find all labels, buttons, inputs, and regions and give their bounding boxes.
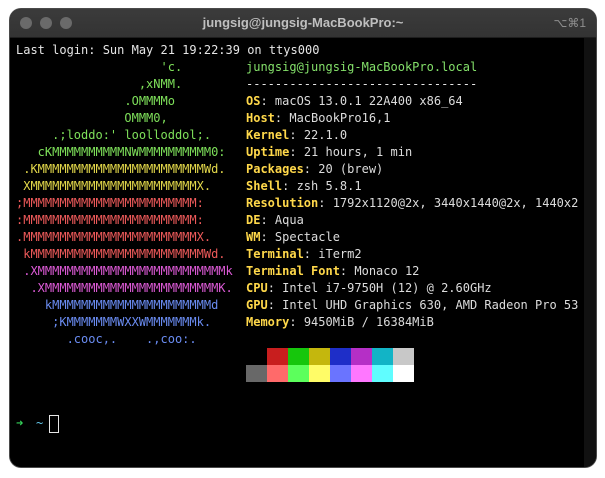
system-info-row: Resolution: 1792x1120@2x, 3440x1440@2x, … [246,196,579,210]
ascii-logo-line: ;KMMMMMMMWXXWMMMMMMMk. [16,315,212,329]
ascii-logo-line: .cooc,. .,coo:. [16,332,197,346]
neofetch-user-host: jungsig@jungsig-MacBookPro.local [246,60,478,74]
palette-swatch [288,365,309,382]
ascii-logo-line: kMMMMMMMMMMMMMMMMMMMMMMMMWd. [16,247,226,261]
ascii-logo-line: .KMMMMMMMMMMMMMMMMMMMMMMMWd. [16,162,226,176]
info-value: 1792x1120@2x, 3440x1440@2x, 1440x2 [332,196,579,210]
info-key: Resolution [246,196,319,210]
system-info-row: Host: MacBookPro16,1 [246,111,391,125]
ascii-logo-line: ,xNMM. [16,77,183,91]
info-key: GPU [246,298,268,312]
palette-swatch [330,365,351,382]
palette-swatch [393,365,414,382]
ascii-logo-line: 'c. [16,60,183,74]
system-info-row: CPU: Intel i7-9750H (12) @ 2.60GHz [246,281,492,295]
palette-swatch [393,348,414,365]
ascii-logo-line: cKMMMMMMMMMMNWMMMMMMMMMM0: [16,145,226,159]
ascii-logo-line: OMMM0, [16,111,168,125]
info-value: Monaco 12 [354,264,420,278]
title-bar[interactable]: jungsig@jungsig-MacBookPro:~ ⌥⌘1 [10,9,596,38]
info-value: 21 hours, 1 min [303,145,413,159]
info-value: zsh 5.8.1 [296,179,362,193]
palette-swatch [288,348,309,365]
info-key: WM [246,230,261,244]
palette-swatch [372,365,393,382]
ascii-logo-line: .XMMMMMMMMMMMMMMMMMMMMMMMMK. [16,281,233,295]
system-info-row: OS: macOS 13.0.1 22A400 x86_64 [246,94,463,108]
ascii-logo-line: .OMMMMo [16,94,175,108]
last-login-line: Last login: Sun May 21 19:22:39 on ttys0… [16,43,320,57]
palette-swatch [309,348,330,365]
info-value: Spectacle [274,230,340,244]
ascii-logo-line: kMMMMMMMMMMMMMMMMMMMMMMd [16,298,219,312]
info-key: Terminal [246,247,304,261]
system-info-row: Shell: zsh 5.8.1 [246,179,362,193]
palette-swatch [267,365,288,382]
system-info-row: Terminal Font: Monaco 12 [246,264,420,278]
info-key: Packages [246,162,304,176]
info-value: macOS 13.0.1 22A400 x86_64 [274,94,463,108]
terminal-scrollbar[interactable] [584,38,596,467]
terminal-window: jungsig@jungsig-MacBookPro:~ ⌥⌘1 Last lo… [10,9,596,467]
info-value: 9450MiB / 16384MiB [303,315,434,329]
system-info-row: GPU: Intel UHD Graphics 630, AMD Radeon … [246,298,579,312]
prompt-arrow-icon: ➜ [16,416,24,430]
info-key: OS [246,94,261,108]
info-value: Aqua [274,213,304,227]
system-info-row: Packages: 20 (brew) [246,162,384,176]
info-value: 22.1.0 [303,128,348,142]
prompt-directory: ~ [36,416,44,430]
palette-swatch [351,348,372,365]
ascii-logo-line: .XMMMMMMMMMMMMMMMMMMMMMMMMMMk [16,264,233,278]
window-title: jungsig@jungsig-MacBookPro:~ [202,15,404,30]
ascii-logo-line: .MMMMMMMMMMMMMMMMMMMMMMMMX. [16,230,212,244]
info-key: Memory [246,315,290,329]
neofetch-separator: -------------------------------- [246,77,478,91]
window-shortcut: ⌥⌘1 [553,16,586,30]
ascii-logo-line: ;MMMMMMMMMMMMMMMMMMMMMMMM: [16,196,204,210]
info-key: Kernel [246,128,290,142]
info-key: CPU [246,281,268,295]
palette-swatch [267,348,288,365]
info-value: Intel i7-9750H (12) @ 2.60GHz [282,281,492,295]
info-key: Uptime [246,145,290,159]
palette-swatch [351,365,372,382]
palette-swatch [246,365,267,382]
ascii-logo-line: :MMMMMMMMMMMMMMMMMMMMMMMM: [16,213,204,227]
info-key: Host [246,111,275,125]
palette-swatch [246,348,267,365]
palette-swatch [330,348,351,365]
system-info-row: Memory: 9450MiB / 16384MiB [246,315,434,329]
ascii-logo-line: .;loddo:' loolloddol;. [16,128,212,142]
palette-swatch [309,365,330,382]
terminal-output[interactable]: Last login: Sun May 21 19:22:39 on ttys0… [10,38,596,467]
system-info-row: Terminal: iTerm2 [246,247,362,261]
info-key: Terminal Font [246,264,340,278]
system-info-row: WM: Spectacle [246,230,340,244]
info-value: 20 (brew) [318,162,384,176]
palette-swatch [372,348,393,365]
info-value: Intel UHD Graphics 630, AMD Radeon Pro 5… [282,298,579,312]
ascii-logo-line: XMMMMMMMMMMMMMMMMMMMMMMMX. [16,179,212,193]
info-value: MacBookPro16,1 [289,111,391,125]
system-info-row: DE: Aqua [246,213,304,227]
text-cursor[interactable] [49,415,59,433]
info-key: DE [246,213,261,227]
system-info-row: Uptime: 21 hours, 1 min [246,145,413,159]
info-key: Shell [246,179,283,193]
system-info-row: Kernel: 22.1.0 [246,128,348,142]
info-value: iTerm2 [318,247,362,261]
